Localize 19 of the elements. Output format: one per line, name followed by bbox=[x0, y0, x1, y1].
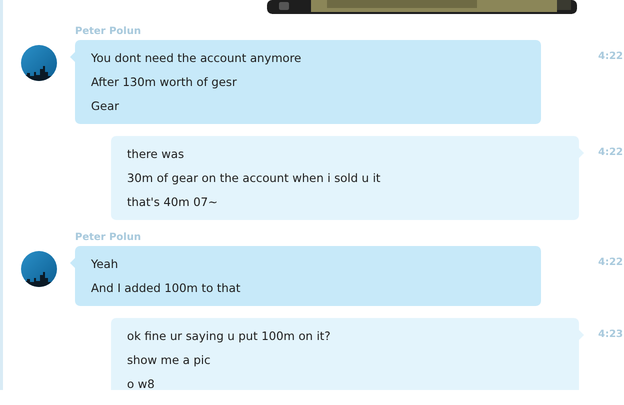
sender-name: Peter Polun bbox=[75, 25, 142, 39]
timestamp: 4:22 bbox=[598, 257, 623, 268]
message-text: Gear bbox=[91, 98, 119, 115]
message-text: there was bbox=[127, 146, 184, 163]
message-text: that's 40m 07~ bbox=[127, 194, 218, 211]
timestamp: 4:22 bbox=[598, 51, 623, 62]
avatar bbox=[21, 45, 57, 81]
timestamp: 4:23 bbox=[598, 329, 623, 340]
timestamp: 4:22 bbox=[598, 147, 623, 158]
message-text: o w8 bbox=[127, 376, 155, 390]
message-text: show me a pic bbox=[127, 352, 211, 369]
sender-name: Peter Polun bbox=[75, 231, 142, 245]
avatar bbox=[21, 251, 57, 287]
message-text: After 130m worth of gesr bbox=[91, 74, 237, 91]
message-text: 30m of gear on the account when i sold u it bbox=[127, 170, 380, 187]
message-text: You dont need the account anymore bbox=[91, 50, 302, 67]
message-text: Yeah bbox=[91, 256, 118, 273]
message-text: And I added 100m to that bbox=[91, 280, 240, 297]
message-text: ok fine ur saying u put 100m on it? bbox=[127, 328, 331, 345]
